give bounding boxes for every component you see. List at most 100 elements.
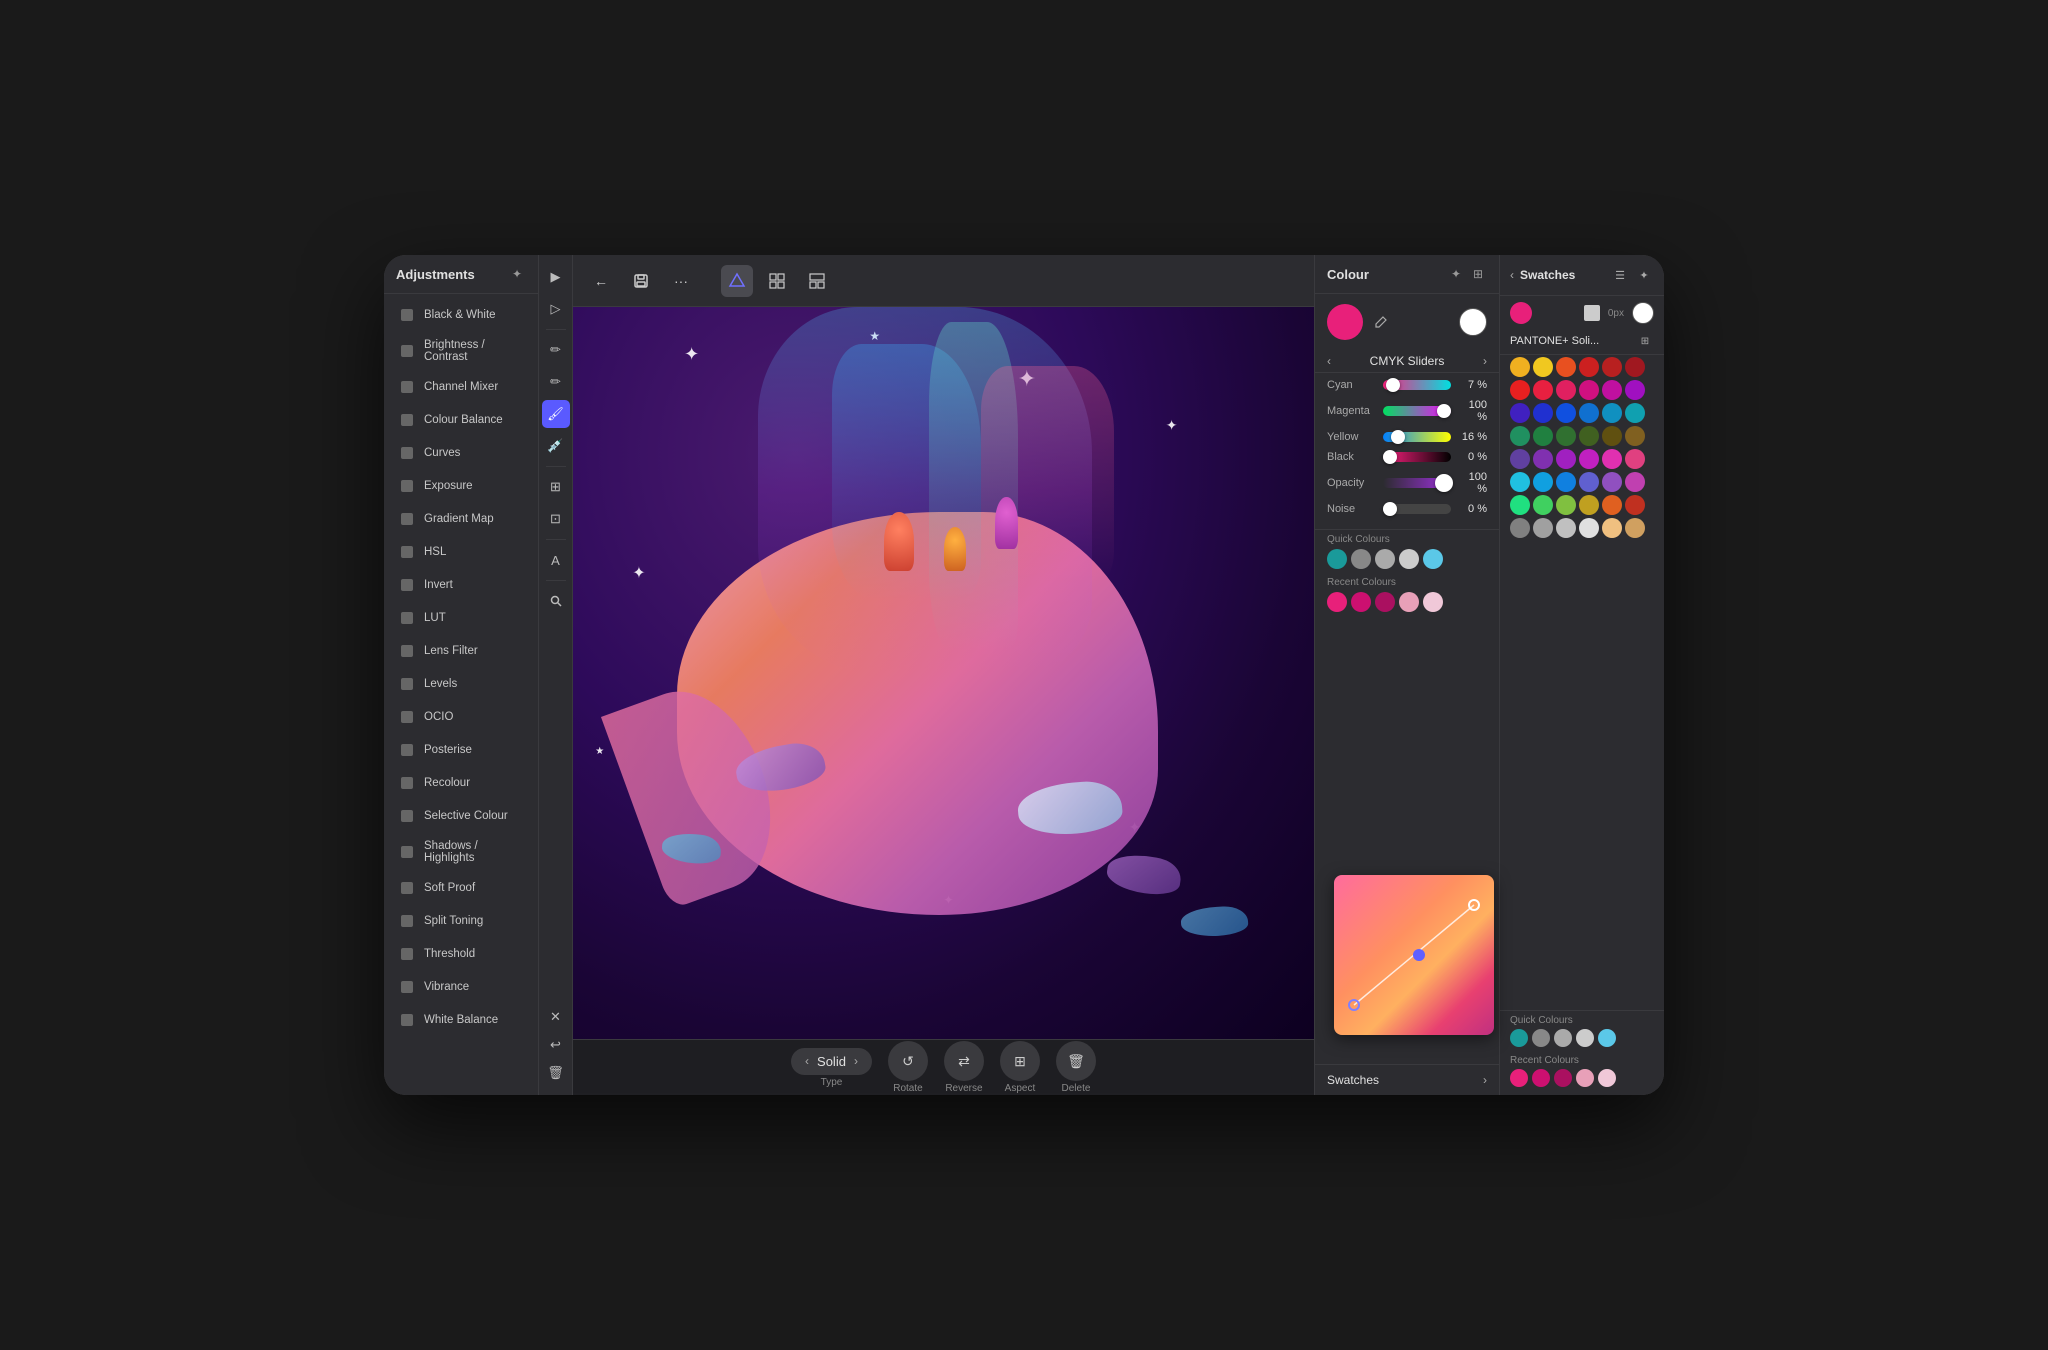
pd-8-4[interactable] (1579, 518, 1599, 538)
adj-item-shadows-highlights[interactable]: Shadows / Highlights (388, 833, 534, 871)
reverse-button[interactable]: ⇄ (944, 1041, 984, 1081)
pd-1-2[interactable] (1533, 357, 1553, 377)
pd-2-6[interactable] (1625, 380, 1645, 400)
sr-5[interactable] (1598, 1069, 1616, 1087)
pd-1-5[interactable] (1602, 357, 1622, 377)
magenta-track[interactable] (1383, 406, 1451, 416)
type-selector[interactable]: ‹ Solid › (791, 1048, 872, 1075)
select-tool[interactable]: ▶ (542, 263, 570, 291)
adj-item-levels[interactable]: Levels (388, 668, 534, 700)
pd-2-2[interactable] (1533, 380, 1553, 400)
recent-colour-1[interactable] (1327, 592, 1347, 612)
secondary-colour-swatch[interactable] (1459, 308, 1487, 336)
colour-settings-icon[interactable]: ✦ (1447, 265, 1465, 283)
cyan-track[interactable] (1383, 380, 1451, 390)
sr-2[interactable] (1532, 1069, 1550, 1087)
adj-item-curves[interactable]: Curves (388, 437, 534, 469)
pd-7-4[interactable] (1579, 495, 1599, 515)
recent-colour-4[interactable] (1399, 592, 1419, 612)
pd-7-3[interactable] (1556, 495, 1576, 515)
close-tool[interactable]: ✕ (542, 1003, 570, 1031)
opacity-track[interactable] (1383, 478, 1451, 488)
pd-6-2[interactable] (1533, 472, 1553, 492)
adj-item-lut[interactable]: LUT (388, 602, 534, 634)
adj-item-hsl[interactable]: HSL (388, 536, 534, 568)
pd-7-2[interactable] (1533, 495, 1553, 515)
pd-4-5[interactable] (1602, 426, 1622, 446)
canvas-area[interactable]: ✦ ✦ ✦ ★ ✦ ★ ✦ ✦ (573, 307, 1314, 1039)
pd-5-4[interactable] (1579, 449, 1599, 469)
sq-3[interactable] (1554, 1029, 1572, 1047)
adj-item-channel-mixer[interactable]: Channel Mixer (388, 371, 534, 403)
eyedropper-tool[interactable]: 💉 (542, 432, 570, 460)
pd-5-3[interactable] (1556, 449, 1576, 469)
opacity-thumb[interactable] (1435, 474, 1453, 492)
rotate-button[interactable]: ↺ (888, 1041, 928, 1081)
adj-item-threshold[interactable]: Threshold (388, 938, 534, 970)
cyan-thumb[interactable] (1386, 378, 1400, 392)
pd-4-4[interactable] (1579, 426, 1599, 446)
pd-2-4[interactable] (1579, 380, 1599, 400)
sr-1[interactable] (1510, 1069, 1528, 1087)
type-left-arrow[interactable]: ‹ (805, 1054, 809, 1068)
eyedropper-btn[interactable] (1369, 310, 1393, 334)
sq-2[interactable] (1532, 1029, 1550, 1047)
delete-button[interactable]: 🗑 (1056, 1041, 1096, 1081)
adj-item-split-toning[interactable]: Split Toning (388, 905, 534, 937)
type-right-arrow[interactable]: › (854, 1054, 858, 1068)
noise-thumb[interactable] (1383, 502, 1397, 516)
transform-tool[interactable]: ⊞ (542, 473, 570, 501)
pd-3-3[interactable] (1556, 403, 1576, 423)
pd-5-6[interactable] (1625, 449, 1645, 469)
pd-3-5[interactable] (1602, 403, 1622, 423)
swatches-link-row[interactable]: Swatches › (1315, 1064, 1499, 1095)
adj-item-recolour[interactable]: Recolour (388, 767, 534, 799)
recent-colour-5[interactable] (1423, 592, 1443, 612)
swatches-prev-arrow[interactable]: ‹ (1510, 268, 1514, 282)
adj-item-lens-filter[interactable]: Lens Filter (388, 635, 534, 667)
undo-tool[interactable]: ↩ (542, 1031, 570, 1059)
pd-5-5[interactable] (1602, 449, 1622, 469)
node-tool[interactable]: ▷ (542, 295, 570, 323)
pantone-grid-btn[interactable]: ⊞ (1636, 332, 1654, 350)
pd-2-5[interactable] (1602, 380, 1622, 400)
pd-7-5[interactable] (1602, 495, 1622, 515)
pd-8-6[interactable] (1625, 518, 1645, 538)
recent-colour-2[interactable] (1351, 592, 1371, 612)
pd-1-4[interactable] (1579, 357, 1599, 377)
adj-item-soft-proof[interactable]: Soft Proof (388, 872, 534, 904)
crop-tool[interactable]: ⊡ (542, 505, 570, 533)
pd-4-6[interactable] (1625, 426, 1645, 446)
black-thumb[interactable] (1383, 450, 1397, 464)
pd-8-1[interactable] (1510, 518, 1530, 538)
quick-colour-1[interactable] (1327, 549, 1347, 569)
pd-6-5[interactable] (1602, 472, 1622, 492)
sq-1[interactable] (1510, 1029, 1528, 1047)
yellow-thumb[interactable] (1391, 430, 1405, 444)
quick-colour-4[interactable] (1399, 549, 1419, 569)
swatches-eyedropper[interactable] (1584, 305, 1600, 321)
top-swatch-pink[interactable] (1510, 302, 1532, 324)
adj-item-gradient-map[interactable]: Gradient Map (388, 503, 534, 535)
grid-btn[interactable] (761, 265, 793, 297)
swatches-settings-icon[interactable]: ✦ (1634, 265, 1654, 285)
pd-6-3[interactable] (1556, 472, 1576, 492)
pd-7-1[interactable] (1510, 495, 1530, 515)
main-colour-swatch[interactable] (1327, 304, 1363, 340)
pd-4-1[interactable] (1510, 426, 1530, 446)
adj-item-selective-colour[interactable]: Selective Colour (388, 800, 534, 832)
mode-right-arrow[interactable]: › (1483, 354, 1487, 368)
sq-4[interactable] (1576, 1029, 1594, 1047)
pd-6-1[interactable] (1510, 472, 1530, 492)
sr-4[interactable] (1576, 1069, 1594, 1087)
pd-1-3[interactable] (1556, 357, 1576, 377)
save-button[interactable] (625, 265, 657, 297)
pd-2-1[interactable] (1510, 380, 1530, 400)
black-track[interactable] (1383, 452, 1451, 462)
yellow-track[interactable] (1383, 432, 1451, 442)
pd-3-2[interactable] (1533, 403, 1553, 423)
quick-colour-5[interactable] (1423, 549, 1443, 569)
noise-track[interactable] (1383, 504, 1451, 514)
adj-item-invert[interactable]: Invert (388, 569, 534, 601)
magenta-thumb[interactable] (1437, 404, 1451, 418)
